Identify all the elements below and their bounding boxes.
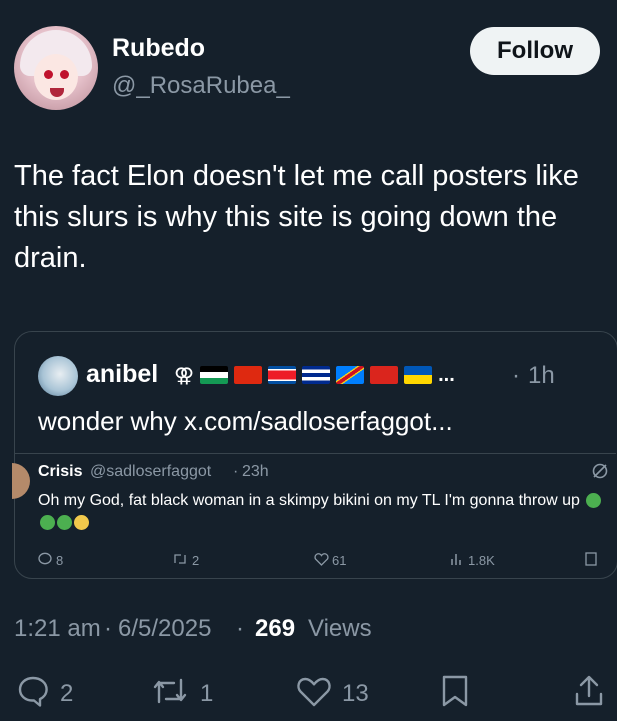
like-icon[interactable]	[296, 674, 332, 708]
embedded-repost-count: 2	[192, 553, 200, 568]
embedded-action-bar: 8 2 61 1.8K	[38, 551, 600, 571]
nauseated-face-icon	[57, 515, 72, 531]
reply-icon[interactable]	[16, 674, 50, 708]
author-handle[interactable]: @_RosaRubea_	[112, 72, 290, 100]
embedded-view-count: 1.8K	[468, 553, 495, 568]
views-label[interactable]: Views	[308, 615, 372, 643]
quoted-timestamp[interactable]: 1h	[528, 362, 555, 390]
embedded-tweet-text-content: Oh my God, fat black woman in a skimpy b…	[38, 492, 580, 509]
post-time[interactable]: 1:21 am	[14, 615, 101, 643]
embedded-timestamp: 23h	[242, 463, 269, 480]
views-icon	[450, 552, 464, 569]
china-flag-icon	[234, 366, 263, 384]
reply-icon	[38, 552, 52, 569]
north-korea-flag-icon	[268, 366, 297, 384]
repost-icon[interactable]	[150, 674, 190, 708]
dr-congo-flag-icon	[336, 366, 365, 384]
tweet-text: The fact Elon doesn't let me call poster…	[14, 160, 579, 274]
quoted-meta-dot: ·	[512, 362, 520, 389]
embedded-reply-count: 8	[56, 553, 64, 568]
repost-icon	[172, 552, 188, 569]
follow-button[interactable]: Follow	[470, 27, 600, 75]
embedded-tweet-text: Oh my God, fat black woman in a skimpy b…	[38, 490, 612, 534]
nauseated-face-icon	[40, 515, 55, 531]
vomiting-face-icon	[74, 515, 89, 531]
reply-count[interactable]: 2	[60, 680, 73, 708]
quoted-author-avatar[interactable]	[38, 356, 78, 396]
repost-count[interactable]: 1	[200, 680, 213, 708]
embedded-author-name: Crisis	[38, 463, 83, 480]
bookmark-icon	[584, 552, 598, 569]
badges-ellipsis: ...	[438, 363, 455, 386]
embedded-like-count: 61	[332, 553, 347, 568]
palestine-flag-icon	[200, 366, 229, 384]
meta-dot: ·	[236, 615, 244, 642]
ukraine-flag-icon	[404, 366, 433, 384]
post-date[interactable]: 6/5/2025	[118, 615, 211, 643]
embedded-author-handle: @sadloserfaggot	[90, 463, 212, 480]
share-icon[interactable]	[572, 674, 606, 708]
views-count[interactable]: 269	[255, 615, 295, 643]
vietnam-flag-icon	[370, 366, 399, 384]
symbol-badge: ⚢	[174, 364, 195, 387]
nauseated-face-icon	[586, 493, 602, 509]
author-display-name[interactable]: Rubedo	[112, 34, 205, 63]
bookmark-icon[interactable]	[440, 674, 470, 708]
quoted-tweet-text: wonder why x.com/sadloserfaggot...	[38, 406, 453, 436]
embedded-meta-dot: ·	[233, 463, 239, 480]
author-avatar[interactable]	[14, 26, 98, 110]
like-count[interactable]: 13	[342, 680, 369, 708]
quoted-author-badges: ⚢ ...	[174, 360, 455, 390]
meta-dot: ·	[104, 615, 112, 642]
quoted-author-name[interactable]: anibel	[86, 360, 158, 389]
grok-icon	[591, 462, 609, 485]
cuba-flag-icon	[302, 366, 331, 384]
like-icon	[314, 552, 329, 569]
